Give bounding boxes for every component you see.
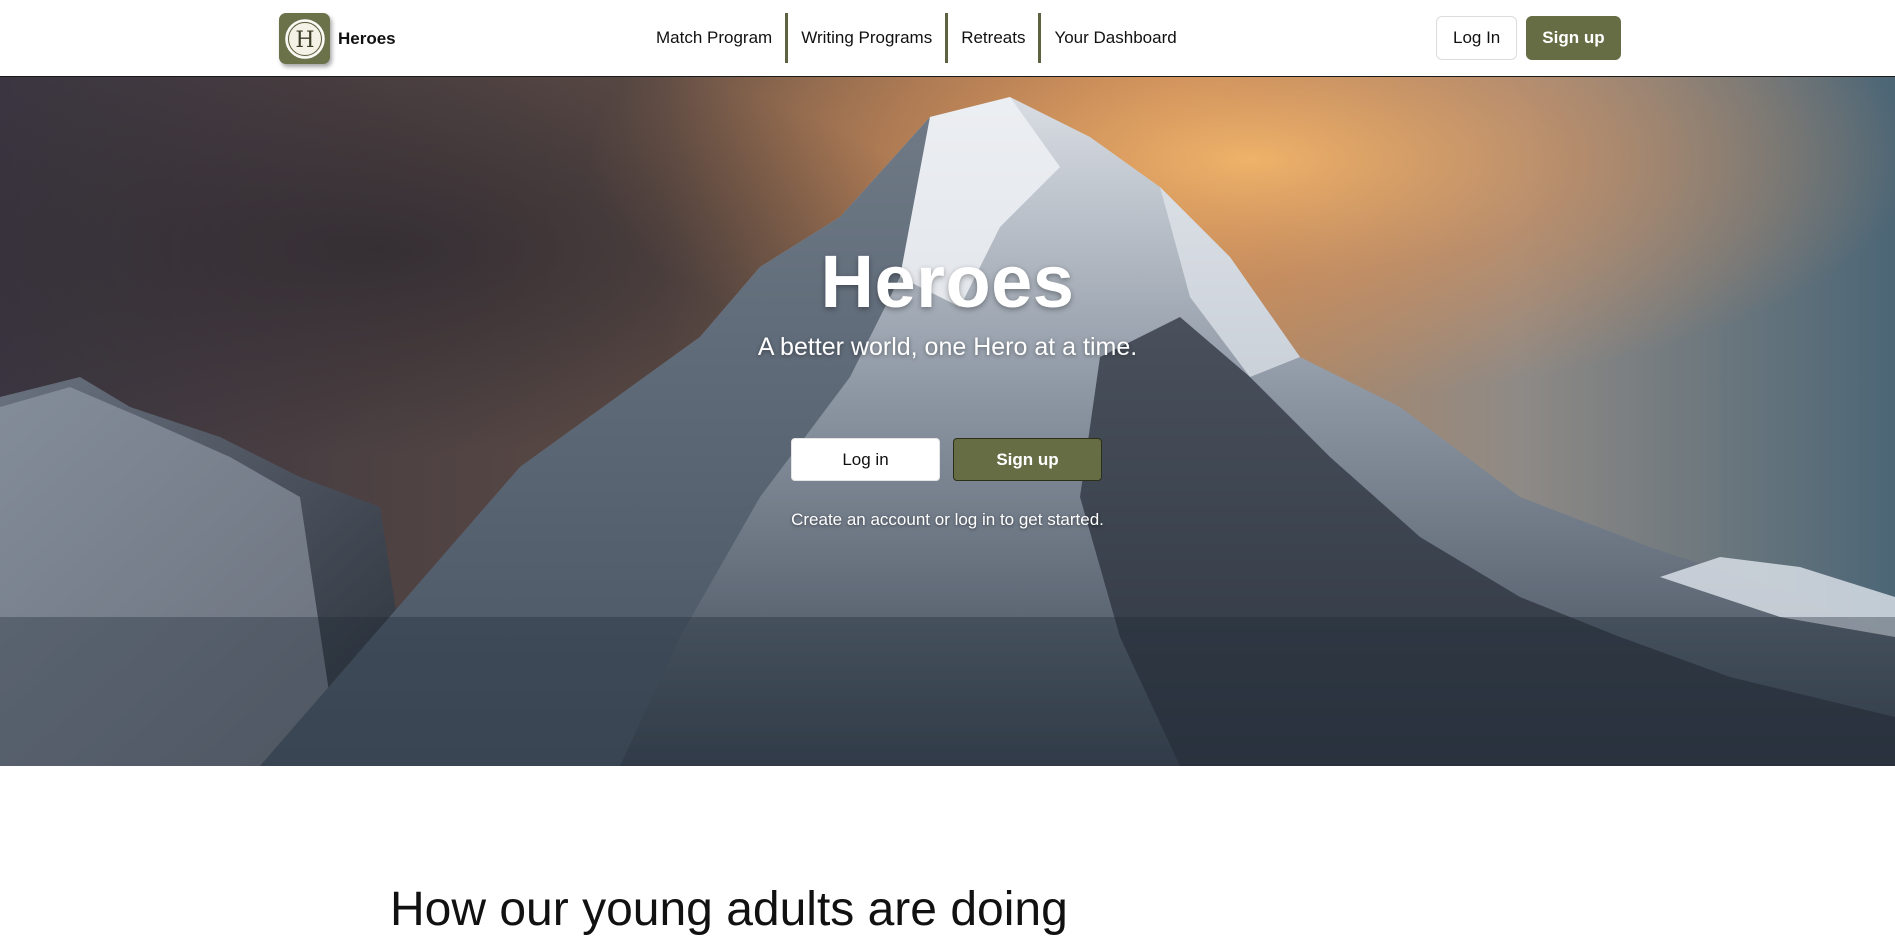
nav-retreats[interactable]: Retreats — [948, 13, 1038, 63]
logo-letter: H — [295, 28, 314, 53]
hero-title: Heroes — [820, 240, 1075, 323]
header-login-button[interactable]: Log In — [1436, 16, 1518, 60]
hero-login-button[interactable]: Log in — [791, 438, 940, 481]
header-signup-button[interactable]: Sign up — [1526, 16, 1621, 60]
brand-home-link[interactable]: H Heroes — [279, 13, 396, 64]
nav-writing-programs[interactable]: Writing Programs — [788, 13, 945, 63]
section-heading: How our young adults are doing — [390, 883, 1068, 936]
nav-your-dashboard[interactable]: Your Dashboard — [1041, 13, 1189, 63]
main-nav: Match Program Writing Programs Retreats … — [643, 13, 1190, 63]
hero-helper-text: Create an account or log in to get start… — [791, 510, 1104, 529]
brand-name: Heroes — [338, 28, 396, 48]
hero-subtitle: A better world, one Hero at a time. — [757, 333, 1138, 361]
header-auth-buttons: Log In Sign up — [1436, 16, 1621, 60]
site-header: H Heroes Match Program Writing Programs … — [0, 0, 1895, 77]
hero-cta-group: Log in Sign up — [791, 438, 1102, 481]
heroes-logo-icon: H — [279, 13, 330, 64]
hero-signup-button[interactable]: Sign up — [953, 438, 1102, 481]
nav-match-program[interactable]: Match Program — [643, 13, 785, 63]
mountain-background-image — [0, 77, 1895, 766]
hero-banner: Heroes A better world, one Hero at a tim… — [0, 77, 1895, 766]
